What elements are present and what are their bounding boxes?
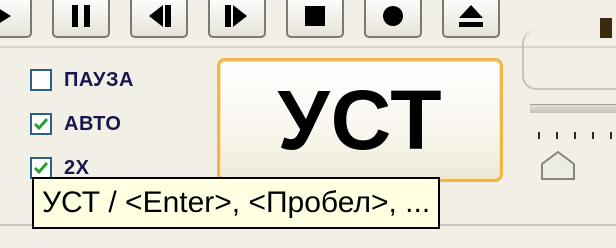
slider-track[interactable] — [530, 104, 616, 113]
slider-tick — [556, 132, 558, 139]
pause-button[interactable] — [52, 0, 110, 38]
group-frame — [522, 30, 616, 90]
record-button[interactable] — [364, 0, 422, 38]
ust-button-label: УСТ — [277, 72, 443, 167]
tooltip: УСТ / <Enter>, <Пробел>, ... — [32, 177, 441, 229]
checkmark-icon — [33, 162, 49, 175]
play-button[interactable] — [0, 0, 32, 38]
step-forward-icon — [225, 5, 247, 27]
eject-button[interactable] — [442, 0, 500, 38]
slider-tick — [592, 132, 594, 139]
stop-icon — [305, 6, 325, 26]
pause-icon — [72, 5, 90, 27]
slider-thumb[interactable] — [540, 150, 576, 180]
checkmark-icon — [33, 118, 49, 131]
ust-button[interactable]: УСТ — [217, 58, 503, 182]
slider-tick — [538, 132, 540, 139]
slider-tick — [610, 132, 612, 139]
double-speed-checkbox[interactable] — [30, 157, 52, 179]
record-icon — [383, 6, 403, 26]
slider-tick — [574, 132, 576, 139]
stop-button[interactable] — [286, 0, 344, 38]
auto-option[interactable]: АВТО — [30, 110, 121, 138]
step-back-button[interactable] — [130, 0, 188, 38]
auto-label: АВТО — [64, 112, 122, 135]
auto-checkbox[interactable] — [30, 113, 52, 135]
transport-toolbar — [0, 0, 520, 44]
pause-label: ПАУЗА — [64, 68, 134, 91]
play-icon — [0, 9, 11, 23]
step-forward-button[interactable] — [208, 0, 266, 38]
step-back-icon — [149, 5, 171, 27]
pause-option[interactable]: ПАУЗА — [30, 66, 134, 94]
eject-icon — [459, 5, 483, 27]
pause-checkbox[interactable] — [30, 69, 52, 91]
